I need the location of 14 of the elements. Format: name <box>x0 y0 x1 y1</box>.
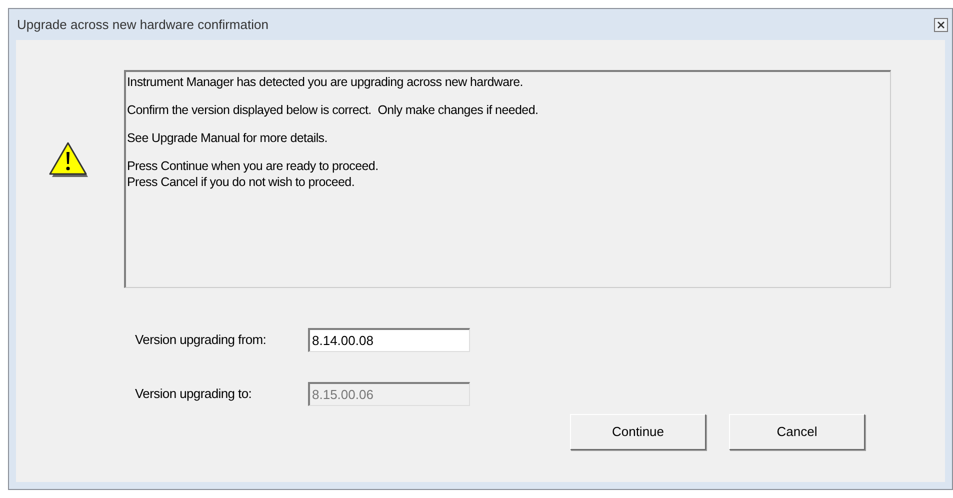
warning-icon <box>47 140 89 180</box>
message-line: Confirm the version displayed below is correct. Only make changes if needed. <box>127 102 540 118</box>
field-label: Version upgrading to: <box>135 385 253 404</box>
close-button[interactable] <box>934 18 948 32</box>
field-label: Version upgrading from: <box>135 331 268 350</box>
message-line: Press Cancel if you do not wish to proceed. <box>127 174 356 190</box>
message-line: Press Continue when you are ready to proceed. <box>127 158 380 174</box>
close-icon <box>937 20 945 28</box>
message-line: Instrument Manager has detected you are upgrading across new hardware. <box>127 74 524 90</box>
dialog-button[interactable]: Cancel <box>729 414 865 450</box>
window-title: Upgrade across new hardware confirmation <box>17 16 268 34</box>
message-line: See Upgrade Manual for more details. <box>127 130 328 146</box>
version-field[interactable]: 8.14.00.08 <box>308 328 470 352</box>
dialog-button[interactable]: Continue <box>570 414 706 450</box>
